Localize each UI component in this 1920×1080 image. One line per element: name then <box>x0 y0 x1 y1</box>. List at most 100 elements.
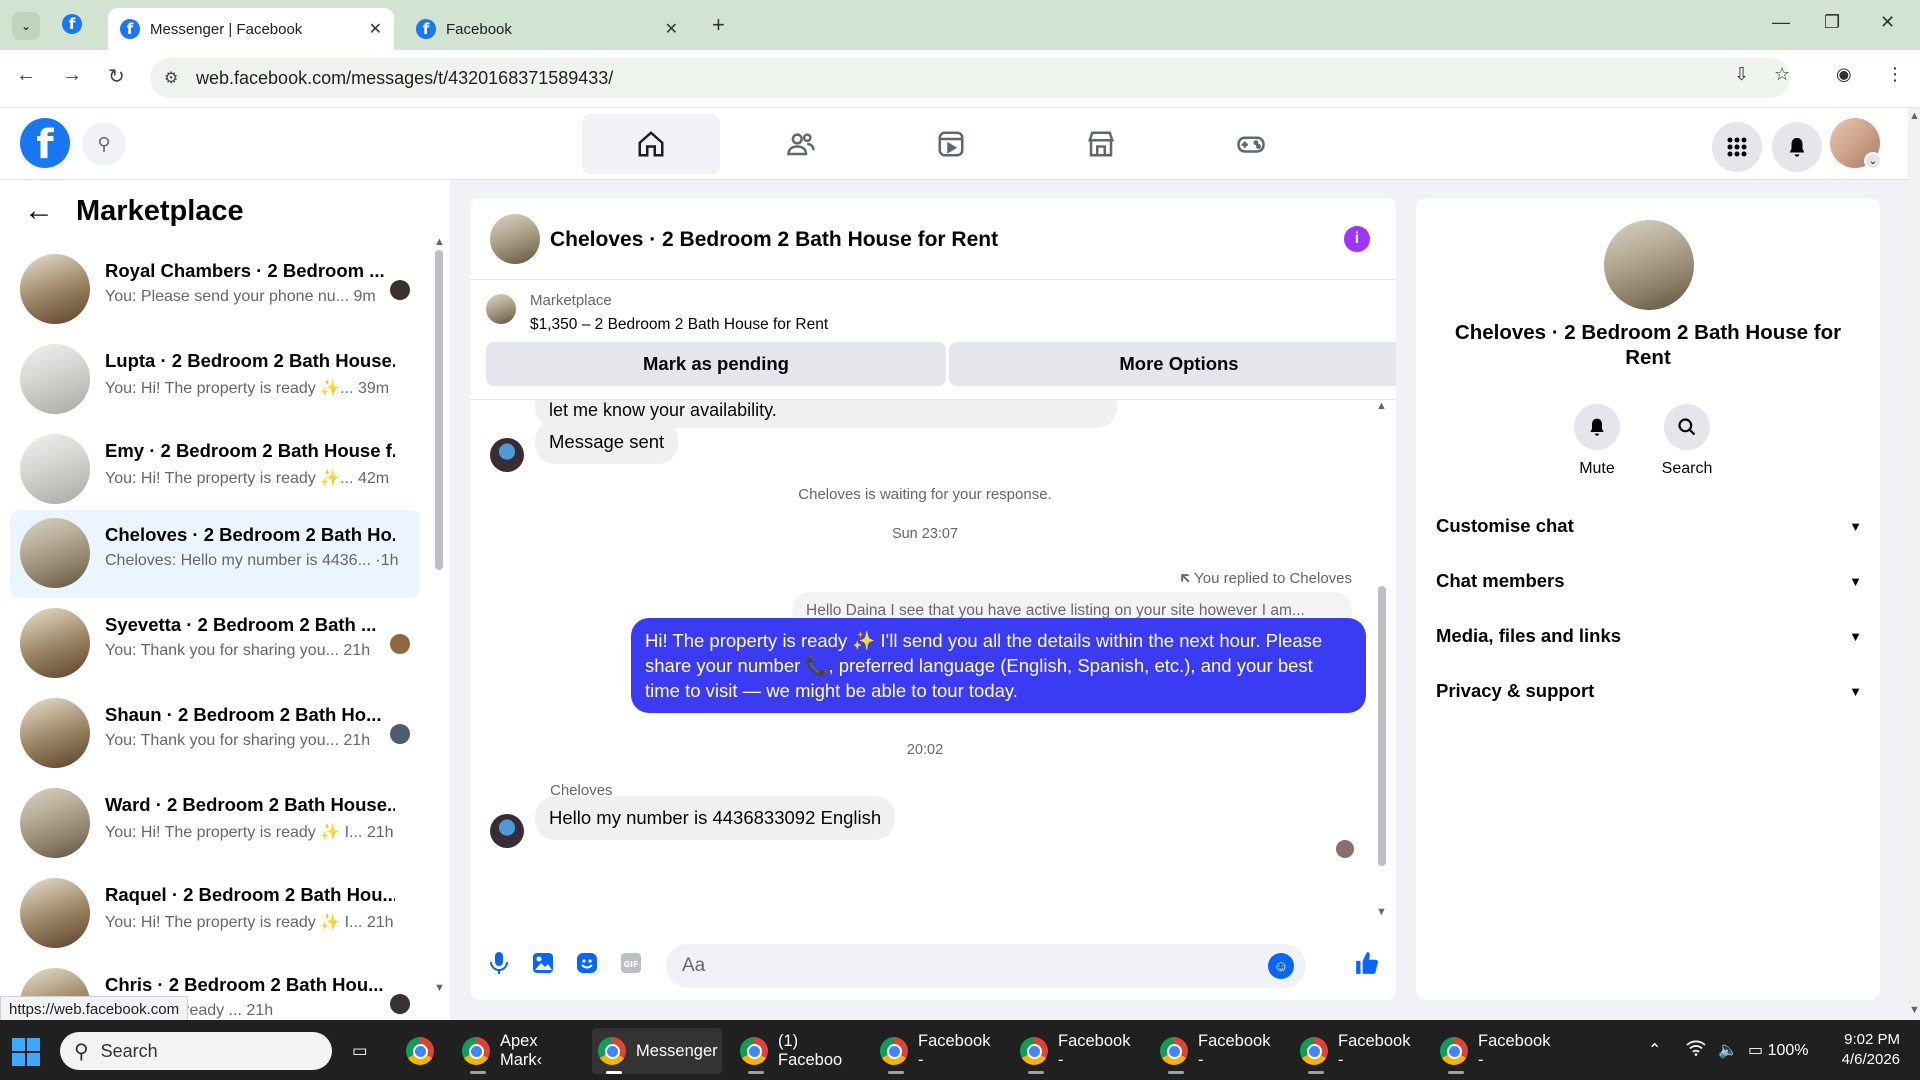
media-files-links-row[interactable]: Media, files and links ▼ <box>1436 616 1862 656</box>
scroll-down-arrow-icon[interactable]: ▼ <box>434 982 445 994</box>
conversation-item[interactable]: Syevetta · 2 Bedroom 2 Bath ... You: Tha… <box>10 600 420 688</box>
gif-icon[interactable]: GIF <box>618 950 644 976</box>
gaming-tab[interactable] <box>1182 114 1320 174</box>
clock-time: 9:02 PM <box>1844 1031 1900 1048</box>
emoji-icon[interactable]: ☺ <box>1268 953 1294 979</box>
taskbar-app[interactable]: Facebook - <box>1154 1028 1284 1074</box>
menu-kebab-icon[interactable]: ⋮ <box>1886 64 1904 85</box>
close-tab-icon[interactable]: ✕ <box>665 19 678 39</box>
close-window-button[interactable]: ✕ <box>1880 12 1895 33</box>
marketplace-tab[interactable] <box>1032 114 1170 174</box>
scroll-down-arrow-icon[interactable]: ▼ <box>1376 906 1387 918</box>
conversation-item[interactable]: Lupta · 2 Bedroom 2 Bath House... You: H… <box>10 336 420 424</box>
task-view-icon[interactable]: ▭ <box>346 1028 374 1074</box>
taskbar-app[interactable]: Facebook - <box>874 1028 1004 1074</box>
close-tab-icon[interactable]: ✕ <box>369 19 382 39</box>
scrollbar-thumb[interactable] <box>1378 586 1386 866</box>
notifications-bell-icon[interactable] <box>1772 122 1822 172</box>
tab-facebook[interactable]: f Facebook ✕ <box>404 8 690 50</box>
chat-members-row[interactable]: Chat members ▼ <box>1436 561 1862 601</box>
more-options-button[interactable]: More Options <box>949 342 1396 386</box>
taskbar-search-label: Search <box>100 1040 158 1061</box>
video-tab[interactable] <box>882 114 1020 174</box>
restore-button[interactable]: ❐ <box>1824 12 1840 33</box>
taskbar-app[interactable]: Facebook - <box>1434 1028 1564 1074</box>
new-tab-button[interactable]: + <box>712 12 725 38</box>
taskbar-clock[interactable]: 9:02 PM 4/6/2026 <box>1820 1030 1900 1070</box>
bookmark-star-icon[interactable]: ☆ <box>1774 64 1790 85</box>
conversation-item[interactable]: Raquel · 2 Bedroom 2 Bath Hou... You: Hi… <box>10 870 420 958</box>
facebook-logo[interactable]: f <box>20 118 70 168</box>
running-indicator <box>888 1071 904 1074</box>
customise-chat-row[interactable]: Customise chat ▼ <box>1436 506 1862 546</box>
scroll-up-arrow-icon[interactable]: ▲ <box>434 236 445 248</box>
forward-button[interactable]: → <box>62 64 82 87</box>
microphone-icon[interactable] <box>486 950 512 976</box>
listing-price-title[interactable]: $1,350 – 2 Bedroom 2 Bath House for Rent <box>530 316 828 334</box>
minimize-button[interactable]: — <box>1772 12 1790 33</box>
back-arrow-icon[interactable]: ← <box>24 194 54 228</box>
conversation-item[interactable]: Royal Chambers · 2 Bedroom ... You: Plea… <box>10 246 420 334</box>
mark-as-pending-button[interactable]: Mark as pending <box>486 342 946 386</box>
scrollbar-thumb[interactable] <box>435 250 443 570</box>
conversation-item[interactable]: Ward · 2 Bedroom 2 Bath House... You: Hi… <box>10 780 420 868</box>
video-icon <box>938 131 964 157</box>
conversation-item[interactable]: Emy · 2 Bedroom 2 Bath House f... You: H… <box>10 426 420 514</box>
taskbar-search[interactable]: ⚲ Search <box>60 1032 332 1070</box>
like-thumbs-up-icon[interactable] <box>1354 950 1380 976</box>
url-bar[interactable]: ⚙ web.facebook.com/messages/t/4320168371… <box>150 58 1790 98</box>
scroll-down-arrow-icon[interactable]: ▼ <box>1909 1004 1920 1016</box>
facebook-favicon: f <box>62 14 82 34</box>
search-conversation-button[interactable]: Search <box>1652 404 1722 478</box>
sidebar-scrollbar[interactable]: ▲ ▼ <box>434 236 445 996</box>
battery-indicator[interactable]: ▭ 100% <box>1748 1040 1808 1060</box>
taskbar-app[interactable]: Apex Mark‹ <box>456 1028 586 1074</box>
page-scrollbar[interactable]: ▲ ▼ <box>1908 108 1920 1020</box>
row-label: Privacy & support <box>1436 680 1595 701</box>
profile-icon[interactable]: ◉ <box>1836 64 1852 85</box>
facebook-top-nav: f ⚲ ⌄ <box>0 108 1908 180</box>
home-tab[interactable] <box>582 114 720 174</box>
scroll-up-arrow-icon[interactable]: ▲ <box>1376 400 1387 412</box>
tab-messenger[interactable]: f Messenger | Facebook ✕ <box>108 8 394 50</box>
sender-avatar[interactable] <box>490 814 524 848</box>
conversation-details-panel: Cheloves · 2 Bedroom 2 Bath House for Re… <box>1416 198 1880 1000</box>
wifi-icon[interactable] <box>1686 1040 1706 1061</box>
reload-button[interactable]: ↻ <box>108 64 125 89</box>
message-input[interactable]: Aa ☺ <box>666 944 1306 988</box>
thumbs-up-glyph <box>1356 952 1378 974</box>
conversation-item-active[interactable]: Cheloves · 2 Bedroom 2 Bath Ho... Chelov… <box>10 510 420 598</box>
taskbar-app[interactable]: Facebook - <box>1014 1028 1144 1074</box>
scroll-up-arrow-icon[interactable]: ▲ <box>1909 110 1920 122</box>
friends-tab[interactable] <box>732 114 870 174</box>
back-button[interactable]: ← <box>16 64 36 87</box>
sticker-icon[interactable] <box>574 950 600 976</box>
search-icon[interactable]: ⚲ <box>82 122 126 166</box>
chrome-taskbar-icon[interactable] <box>400 1028 450 1074</box>
tab-search-dropdown[interactable]: ⌄ <box>12 12 40 40</box>
show-hidden-icons-chevron[interactable]: ⌃ <box>1648 1040 1661 1060</box>
taskbar-app[interactable]: (1) Faceboo <box>734 1028 864 1074</box>
sender-avatar[interactable] <box>490 438 524 472</box>
taskbar-app[interactable]: Facebook - <box>1294 1028 1424 1074</box>
chat-avatar[interactable] <box>490 214 540 264</box>
chat-scrollbar[interactable]: ▲ ▼ <box>1376 400 1388 918</box>
listing-thumbnail <box>20 518 90 588</box>
mute-button[interactable]: Mute <box>1562 404 1632 478</box>
install-app-icon[interactable]: ⇩ <box>1734 64 1749 85</box>
conversation-title: Chris · 2 Bedroom 2 Bath Hou... <box>105 974 384 995</box>
conversation-title: Cheloves · 2 Bedroom 2 Bath Ho... <box>105 524 395 545</box>
listing-avatar[interactable] <box>1604 220 1694 310</box>
site-info-icon[interactable]: ⚙ <box>164 68 178 88</box>
taskbar-app-active[interactable]: Messenger <box>592 1028 722 1074</box>
chat-title[interactable]: Cheloves · 2 Bedroom 2 Bath House for Re… <box>550 228 998 252</box>
profile-avatar[interactable]: ⌄ <box>1830 118 1882 170</box>
windows-start-icon[interactable] <box>12 1038 40 1066</box>
volume-icon[interactable]: 🔈 <box>1718 1040 1738 1060</box>
pinned-facebook-tab[interactable]: f <box>62 14 82 34</box>
menu-grid-icon[interactable] <box>1712 122 1762 172</box>
privacy-support-row[interactable]: Privacy & support ▼ <box>1436 671 1862 711</box>
info-icon[interactable]: i <box>1344 226 1370 252</box>
photo-icon[interactable] <box>530 950 556 976</box>
conversation-item[interactable]: Shaun · 2 Bedroom 2 Bath Ho... You: Than… <box>10 690 420 778</box>
